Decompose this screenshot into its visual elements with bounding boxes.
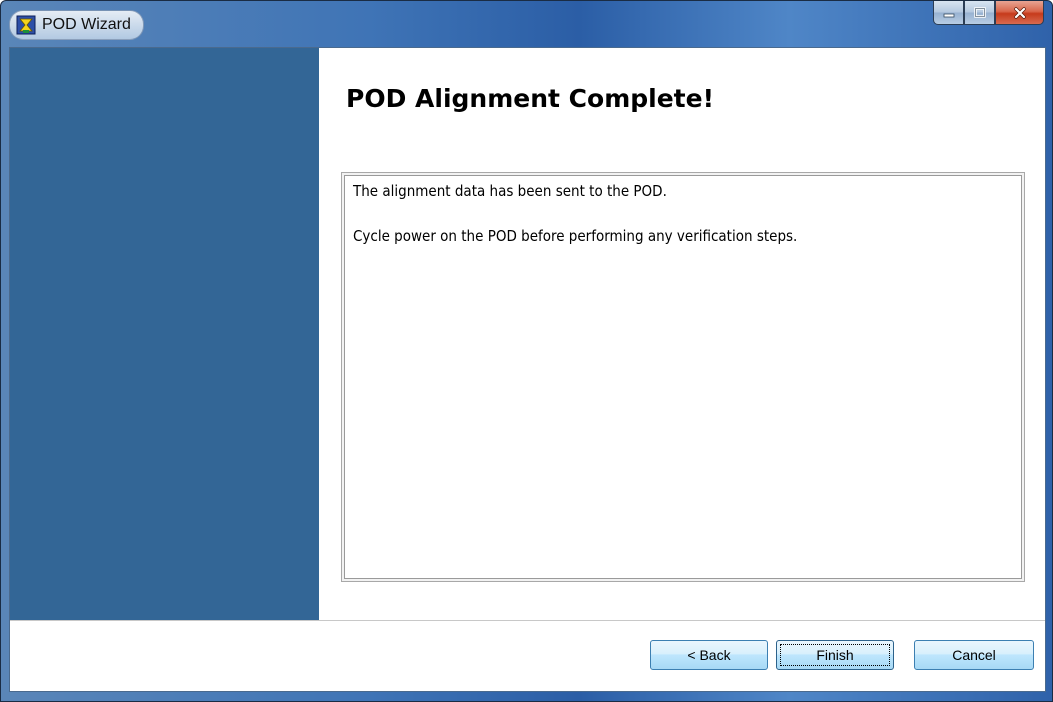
cancel-button[interactable]: Cancel xyxy=(914,640,1034,670)
finish-button[interactable]: Finish xyxy=(776,640,894,670)
maximize-icon xyxy=(973,7,986,18)
cancel-button-label: Cancel xyxy=(952,647,996,663)
maximize-button[interactable] xyxy=(964,1,995,25)
back-button[interactable]: < Back xyxy=(650,640,768,670)
minimize-icon xyxy=(943,13,954,17)
close-icon xyxy=(1013,6,1026,19)
title-pill: POD Wizard xyxy=(9,10,144,40)
footer-divider xyxy=(10,620,1045,621)
message-line-1: The alignment data has been sent to the … xyxy=(353,182,667,200)
finish-button-label: Finish xyxy=(816,647,854,663)
minimize-button[interactable] xyxy=(933,1,964,25)
back-button-label: < Back xyxy=(687,647,731,663)
wizard-sidebar xyxy=(10,48,319,620)
wizard-window: POD Wizard POD Alignment Complete! The a… xyxy=(0,0,1053,702)
message-line-2: Cycle power on the POD before performing… xyxy=(353,227,798,245)
window-title: POD Wizard xyxy=(42,16,131,33)
close-button[interactable] xyxy=(995,1,1044,25)
pod-wizard-app-icon xyxy=(16,15,36,35)
page-title: POD Alignment Complete! xyxy=(346,84,714,113)
caption-buttons xyxy=(933,1,1044,27)
message-box: The alignment data has been sent to the … xyxy=(341,172,1025,582)
title-bar[interactable]: POD Wizard xyxy=(1,1,1052,47)
message-text-area[interactable]: The alignment data has been sent to the … xyxy=(344,175,1022,579)
wizard-client-area: POD Alignment Complete! The alignment da… xyxy=(9,47,1046,692)
